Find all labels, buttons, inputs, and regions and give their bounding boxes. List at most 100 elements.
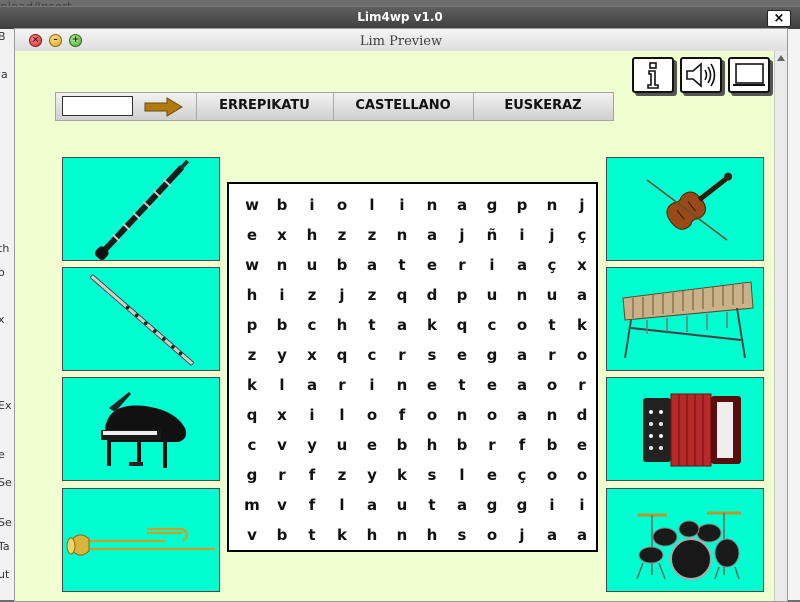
grid-cell[interactable]: u [537, 280, 567, 310]
grid-cell[interactable]: d [567, 400, 597, 430]
grid-cell[interactable]: p [237, 310, 267, 340]
grid-cell[interactable]: a [417, 220, 447, 250]
grid-cell[interactable]: n [387, 220, 417, 250]
grid-cell[interactable]: b [327, 250, 357, 280]
grid-cell[interactable]: e [417, 250, 447, 280]
grid-cell[interactable]: t [417, 490, 447, 520]
grid-cell[interactable]: c [357, 340, 387, 370]
grid-cell[interactable]: c [237, 430, 267, 460]
card-trombone[interactable] [62, 488, 220, 592]
repeat-button[interactable]: ERREPIKATU [196, 93, 332, 120]
grid-cell[interactable]: u [327, 430, 357, 460]
card-accordion[interactable] [606, 377, 764, 481]
grid-cell[interactable]: b [267, 520, 297, 550]
grid-cell[interactable]: x [567, 250, 597, 280]
grid-cell[interactable]: p [507, 190, 537, 220]
grid-cell[interactable]: q [327, 340, 357, 370]
grid-cell[interactable]: q [447, 310, 477, 340]
grid-cell[interactable]: y [357, 460, 387, 490]
grid-cell[interactable]: a [387, 310, 417, 340]
grid-cell[interactable]: a [537, 520, 567, 550]
grid-cell[interactable]: f [387, 400, 417, 430]
grid-cell[interactable]: l [267, 370, 297, 400]
grid-cell[interactable]: y [297, 430, 327, 460]
grid-cell[interactable]: t [297, 520, 327, 550]
grid-cell[interactable]: k [237, 370, 267, 400]
grid-cell[interactable]: f [507, 430, 537, 460]
grid-cell[interactable]: p [447, 280, 477, 310]
grid-cell[interactable]: a [357, 250, 387, 280]
vertical-scrollbar[interactable] [774, 51, 787, 601]
grid-cell[interactable]: n [387, 520, 417, 550]
grid-cell[interactable]: d [417, 280, 447, 310]
grid-cell[interactable]: g [477, 340, 507, 370]
card-clarinet[interactable] [62, 157, 220, 261]
grid-cell[interactable]: u [297, 250, 327, 280]
grid-cell[interactable]: a [297, 370, 327, 400]
grid-cell[interactable]: r [387, 340, 417, 370]
grid-cell[interactable]: v [267, 490, 297, 520]
grid-cell[interactable]: h [237, 280, 267, 310]
grid-cell[interactable]: o [567, 460, 597, 490]
grid-cell[interactable]: e [417, 370, 447, 400]
grid-cell[interactable]: z [297, 280, 327, 310]
grid-cell[interactable]: j [537, 220, 567, 250]
grid-cell[interactable]: r [537, 340, 567, 370]
grid-cell[interactable]: r [477, 430, 507, 460]
grid-cell[interactable]: u [477, 280, 507, 310]
grid-cell[interactable]: g [477, 190, 507, 220]
grid-cell[interactable]: s [417, 340, 447, 370]
grid-cell[interactable]: f [297, 490, 327, 520]
grid-cell[interactable]: x [297, 340, 327, 370]
grid-cell[interactable]: t [537, 310, 567, 340]
spanish-button[interactable]: CASTELLANO [333, 93, 472, 120]
scroll-up-arrow[interactable] [777, 55, 785, 61]
grid-cell[interactable]: e [477, 370, 507, 400]
grid-cell[interactable]: e [357, 430, 387, 460]
grid-cell[interactable]: a [507, 340, 537, 370]
grid-cell[interactable]: n [537, 400, 567, 430]
grid-cell[interactable]: k [417, 310, 447, 340]
card-flute[interactable] [62, 267, 220, 371]
grid-cell[interactable]: w [237, 250, 267, 280]
grid-cell[interactable]: b [537, 430, 567, 460]
card-drums[interactable] [606, 488, 764, 592]
grid-cell[interactable]: ç [537, 250, 567, 280]
grid-cell[interactable]: c [297, 310, 327, 340]
grid-cell[interactable]: h [297, 220, 327, 250]
grid-cell[interactable]: i [537, 490, 567, 520]
info-button[interactable] [632, 57, 674, 93]
grid-cell[interactable]: e [447, 340, 477, 370]
grid-cell[interactable]: z [357, 220, 387, 250]
grid-cell[interactable]: z [237, 340, 267, 370]
grid-cell[interactable]: n [447, 400, 477, 430]
fullscreen-button[interactable] [728, 57, 770, 93]
grid-cell[interactable]: ñ [477, 220, 507, 250]
grid-cell[interactable]: o [357, 400, 387, 430]
card-xylophone[interactable] [606, 267, 764, 371]
grid-cell[interactable]: h [417, 430, 447, 460]
sound-button[interactable] [680, 57, 722, 93]
grid-cell[interactable]: k [327, 520, 357, 550]
grid-cell[interactable]: b [447, 430, 477, 460]
grid-cell[interactable]: o [567, 340, 597, 370]
grid-cell[interactable]: t [387, 250, 417, 280]
grid-cell[interactable]: ç [507, 460, 537, 490]
grid-cell[interactable]: n [387, 370, 417, 400]
grid-cell[interactable]: y [267, 340, 297, 370]
grid-cell[interactable]: h [357, 520, 387, 550]
grid-cell[interactable]: c [477, 310, 507, 340]
grid-cell[interactable]: i [357, 370, 387, 400]
grid-cell[interactable]: j [327, 280, 357, 310]
grid-cell[interactable]: z [327, 220, 357, 250]
grid-cell[interactable]: a [447, 490, 477, 520]
grid-cell[interactable]: j [507, 520, 537, 550]
grid-cell[interactable]: a [507, 370, 537, 400]
grid-cell[interactable]: k [567, 310, 597, 340]
grid-cell[interactable]: i [297, 400, 327, 430]
grid-cell[interactable]: i [507, 220, 537, 250]
grid-cell[interactable]: a [357, 490, 387, 520]
grid-cell[interactable]: e [477, 460, 507, 490]
grid-cell[interactable]: z [357, 280, 387, 310]
grid-cell[interactable]: n [537, 190, 567, 220]
